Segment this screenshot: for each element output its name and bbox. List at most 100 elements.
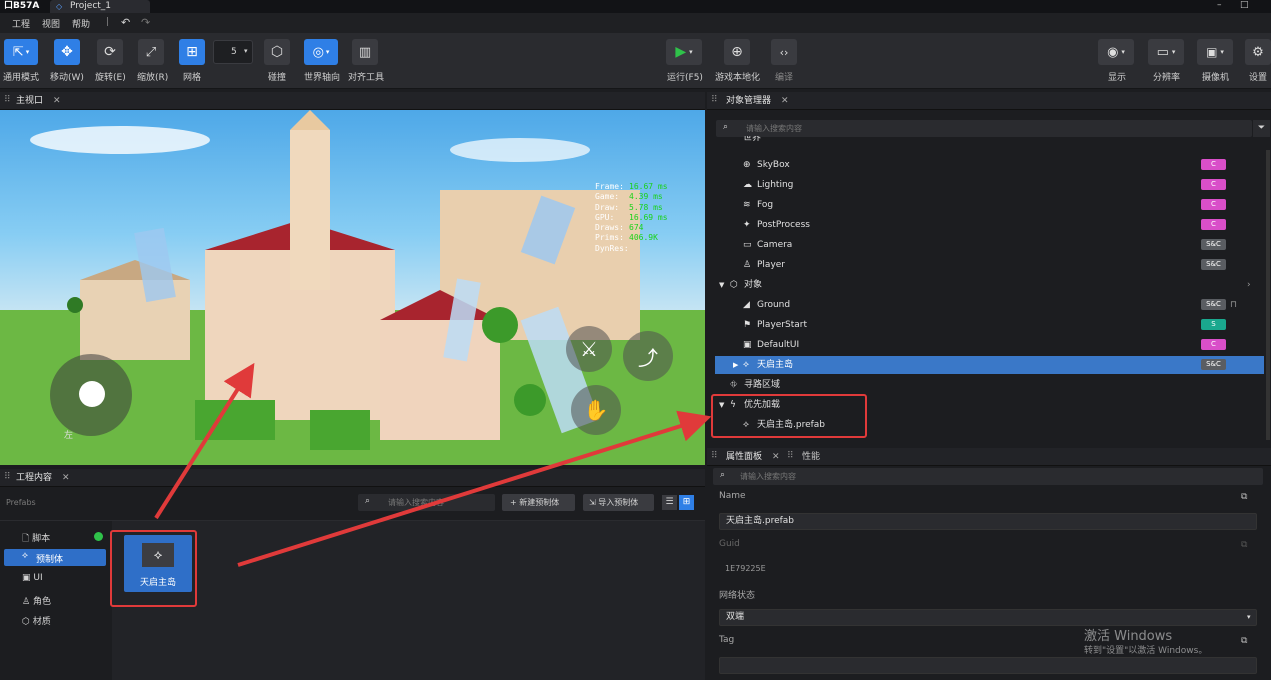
tree-row-defaultui[interactable]: ▣ DefaultUI bbox=[707, 335, 1267, 355]
tool-label-grid: 网格 bbox=[183, 73, 202, 83]
filter-button[interactable]: ⏷ bbox=[1253, 120, 1270, 137]
close-icon[interactable]: ✕ bbox=[781, 96, 789, 106]
badge-fog: C bbox=[1201, 199, 1226, 210]
scale-tool-button[interactable]: ⤢ bbox=[138, 39, 164, 65]
grid-size-select[interactable]: 5 ▾ bbox=[213, 40, 253, 64]
tree-row-skybox[interactable]: ⊕ SkyBox bbox=[707, 155, 1267, 175]
tree-row-lighting[interactable]: ☁ Lighting bbox=[707, 175, 1267, 195]
attack-button[interactable]: ⚔ bbox=[566, 326, 612, 372]
tree-row-ground[interactable]: ◢ Ground ⊓ bbox=[707, 295, 1267, 315]
virtual-joystick[interactable] bbox=[50, 354, 132, 436]
collision-button[interactable]: ⬡ bbox=[264, 39, 290, 65]
display-button[interactable]: ◉ ▾ bbox=[1098, 39, 1134, 65]
redo-icon[interactable]: ↷ bbox=[141, 16, 150, 29]
tab-viewport[interactable]: 主视口 ✕ bbox=[2, 92, 61, 110]
stat-row: Draw: 5.78 ms bbox=[595, 203, 668, 213]
resolution-label: 分辨率 bbox=[1153, 73, 1181, 83]
network-select[interactable]: 双端 ▾ bbox=[719, 609, 1257, 626]
properties-tab-label: 属性面板 bbox=[726, 452, 763, 462]
maximize-button[interactable]: □ bbox=[1240, 0, 1249, 11]
tree-label: Player bbox=[757, 260, 786, 270]
viewport-header: ⠿ 主视口 ✕ bbox=[0, 92, 705, 110]
close-icon[interactable]: ✕ bbox=[62, 473, 70, 483]
move-tool-button[interactable]: ✥ bbox=[54, 39, 80, 65]
joystick-knob[interactable] bbox=[79, 381, 105, 407]
camera-button[interactable]: ▣ ▾ bbox=[1197, 39, 1233, 65]
tab-project-content[interactable]: 工程内容 ✕ bbox=[2, 469, 70, 487]
stat-value: 5.78 ms bbox=[629, 202, 663, 212]
badge-defaultui: C bbox=[1201, 339, 1226, 350]
close-icon[interactable]: ✕ bbox=[772, 452, 780, 462]
tab-performance[interactable]: 性能 bbox=[788, 448, 820, 466]
guid-label: Guid bbox=[719, 539, 740, 549]
name-field[interactable]: 天启主岛.prefab bbox=[719, 513, 1257, 530]
tree-row-fog[interactable]: ≋ Fog bbox=[707, 195, 1267, 215]
copy-icon[interactable]: ⧉ bbox=[1241, 492, 1247, 502]
project-tab[interactable]: ◇ Project_1 bbox=[50, 0, 150, 13]
scene-viewport[interactable]: Frame: 16.67 ms Game: 4.39 ms Draw: 5.78 ms GP… bbox=[0, 110, 705, 465]
menu-project[interactable]: 工程 bbox=[12, 17, 30, 30]
property-search-input[interactable]: ⌕ 请输入搜索内容 bbox=[713, 468, 1263, 485]
badge-island: S&C bbox=[1201, 359, 1226, 370]
new-prefab-button[interactable]: + 新建预制体 bbox=[502, 494, 575, 511]
category-scripts[interactable]: 🗋 脚本 bbox=[22, 531, 50, 547]
minimize-button[interactable]: – bbox=[1217, 0, 1222, 11]
tree-row-selected-island[interactable]: ▶ ⟡ 天启主岛 bbox=[715, 356, 1264, 374]
grid-view-button[interactable]: ⊞ bbox=[679, 495, 694, 510]
resolution-button[interactable]: ▭ ▾ bbox=[1148, 39, 1184, 65]
category-materials[interactable]: ⬡ 材质 bbox=[22, 614, 51, 627]
compile-button[interactable]: ‹› bbox=[771, 39, 797, 65]
close-icon[interactable]: ✕ bbox=[53, 96, 61, 106]
world-axis-button[interactable]: ◎ ▾ bbox=[304, 39, 338, 65]
grid-button[interactable]: ⊞ bbox=[179, 39, 205, 65]
align-tool-button[interactable]: ▥ bbox=[352, 39, 378, 65]
undo-icon[interactable]: ↶ bbox=[121, 16, 130, 29]
tree-row-playerstart[interactable]: ⚑ PlayerStart bbox=[707, 315, 1267, 335]
tree-group-objects[interactable]: ▼ ⬡ 对象 › bbox=[707, 275, 1267, 295]
stat-key: Frame: bbox=[595, 182, 624, 191]
caret-down-icon[interactable]: ▼ bbox=[719, 275, 724, 295]
project-search-input[interactable]: ⌕ 请输入搜索内容 bbox=[358, 494, 495, 511]
move-icon: ✥ bbox=[61, 44, 73, 60]
tree-row-pathfinding[interactable]: ⛗ 寻路区域 bbox=[707, 375, 1267, 395]
rotate-tool-button[interactable]: ⟳ bbox=[97, 39, 123, 65]
select-mode-button[interactable]: ⇱ ▾ bbox=[4, 39, 38, 65]
localize-button[interactable]: ⊕ bbox=[724, 39, 750, 65]
import-prefab-button[interactable]: ⇲ 导入预制体 bbox=[583, 494, 654, 511]
settings-label: 设置 bbox=[1249, 73, 1268, 83]
object-search-input[interactable]: ⌕ 请输入搜索内容 bbox=[716, 120, 1252, 137]
caret-right-icon[interactable]: ▶ bbox=[733, 356, 738, 374]
name-label: Name bbox=[719, 491, 746, 501]
tab-properties[interactable]: 属性面板 ✕ bbox=[712, 448, 780, 466]
stat-row: Game: 4.39 ms bbox=[595, 192, 668, 202]
list-view-button[interactable]: ☰ bbox=[662, 495, 677, 510]
tree-row-postprocess[interactable]: ✦ PostProcess bbox=[707, 215, 1267, 235]
tree-row-camera[interactable]: ▭ Camera bbox=[707, 235, 1267, 255]
search-icon: ⌕ bbox=[365, 496, 371, 506]
settings-button[interactable]: ⚙ bbox=[1245, 39, 1271, 65]
copy-icon[interactable]: ⧉ bbox=[1241, 540, 1247, 550]
interact-button[interactable]: ✋ bbox=[571, 385, 621, 435]
tree-label: Lighting bbox=[757, 180, 794, 190]
player-icon: ♙ bbox=[743, 260, 752, 270]
jump-button[interactable]: ⤴ bbox=[623, 331, 673, 381]
lock-icon[interactable]: ⊓ bbox=[1230, 295, 1237, 315]
run-button[interactable]: ▶ ▾ bbox=[666, 39, 702, 65]
tab-object-manager[interactable]: 对象管理器 ✕ bbox=[712, 92, 789, 110]
viewport-tab-label: 主视口 bbox=[16, 96, 44, 106]
tree-label: 世界 bbox=[743, 136, 762, 143]
stat-key: Prims: bbox=[595, 233, 624, 243]
menu-view[interactable]: 视图 bbox=[42, 17, 60, 30]
category-ui[interactable]: ▣ UI bbox=[22, 573, 43, 583]
chevron-right-icon[interactable]: › bbox=[1247, 275, 1251, 295]
menu-help[interactable]: 帮助 bbox=[72, 17, 90, 30]
ui-icon: ▣ bbox=[743, 340, 752, 350]
tree-row-player[interactable]: ♙ Player bbox=[707, 255, 1267, 275]
asset-grid: ⟡ 天启主岛 bbox=[112, 521, 705, 680]
category-label: 材质 bbox=[32, 617, 51, 627]
copy-icon[interactable]: ⧉ bbox=[1241, 636, 1247, 646]
stat-key: Game: bbox=[595, 192, 620, 202]
category-characters[interactable]: ♙ 角色 bbox=[22, 594, 51, 607]
tag-field[interactable] bbox=[719, 657, 1257, 674]
category-prefabs[interactable]: ⟡ 预制体 bbox=[4, 549, 106, 566]
